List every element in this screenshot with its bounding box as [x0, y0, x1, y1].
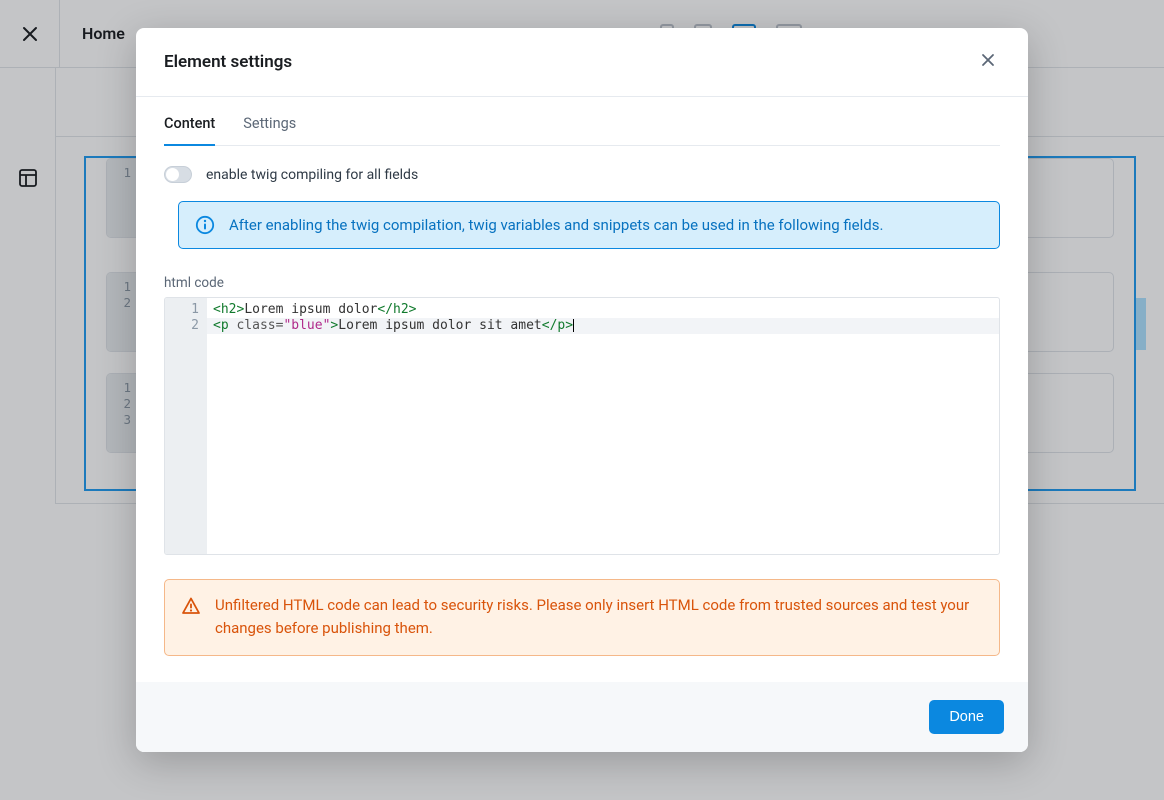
tabs: Content Settings [164, 115, 1000, 146]
html-code-editor[interactable]: 1 2 <h2>Lorem ipsum dolor</h2> <p class=… [164, 297, 1000, 555]
gutter: 1 2 [165, 298, 207, 554]
twig-toggle-label: enable twig compiling for all fields [206, 167, 418, 183]
close-icon [980, 52, 996, 68]
warning-banner: Unfiltered HTML code can lead to securit… [164, 579, 1000, 656]
modal-header: Element settings [136, 28, 1028, 97]
tab-content[interactable]: Content [164, 115, 215, 146]
warning-icon [181, 596, 201, 616]
info-text: After enabling the twig compilation, twi… [229, 216, 883, 234]
done-button[interactable]: Done [929, 700, 1004, 734]
modal-title: Element settings [164, 52, 292, 72]
info-icon [195, 215, 215, 235]
warning-text: Unfiltered HTML code can lead to securit… [215, 594, 983, 641]
info-banner: After enabling the twig compilation, twi… [178, 201, 1000, 249]
modal-footer: Done [136, 682, 1028, 752]
modal-body: Content Settings enable twig compiling f… [136, 115, 1028, 682]
modal-close-button[interactable] [976, 48, 1000, 76]
twig-toggle-row: enable twig compiling for all fields [164, 166, 1000, 183]
tab-settings[interactable]: Settings [243, 115, 296, 146]
element-settings-modal: Element settings Content Settings enable… [136, 28, 1028, 752]
html-code-label: html code [164, 275, 1000, 291]
code-area[interactable]: <h2>Lorem ipsum dolor</h2> <p class="blu… [207, 298, 999, 554]
text-cursor [573, 319, 574, 332]
twig-toggle[interactable] [164, 166, 192, 183]
